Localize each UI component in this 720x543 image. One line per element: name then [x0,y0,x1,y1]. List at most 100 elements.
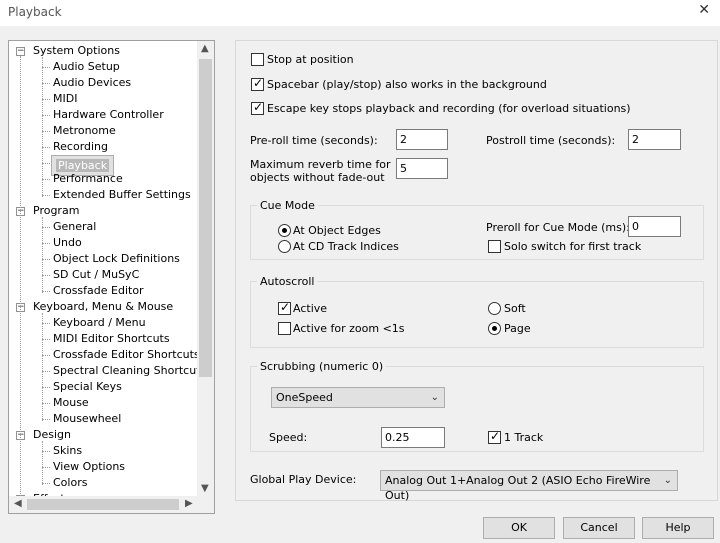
tree-item-label: Performance [53,172,123,185]
tree-item-system-options[interactable]: System Options [31,43,122,59]
tree-item-keyboard-menu-mouse[interactable]: Keyboard, Menu & Mouse [31,299,175,315]
tree-item-recording[interactable]: Recording [51,139,110,155]
tree-item-label: Keyboard / Menu [53,316,146,329]
tree-item-mouse[interactable]: Mouse [51,395,91,411]
at-object-edges-radio[interactable] [278,224,291,237]
tree-item-undo[interactable]: Undo [51,235,84,251]
tree-connector [42,291,50,292]
tree-item-program[interactable]: Program [31,203,81,219]
tree-connector [42,83,50,84]
tree-item-label: Audio Devices [53,76,132,89]
tree-connector [42,115,50,116]
tree-item-label: Audio Setup [53,60,120,73]
tree-item-general[interactable]: General [51,219,98,235]
tree-item-audio-devices[interactable]: Audio Devices [51,75,133,91]
tree-connector [42,195,50,196]
escape-stops-checkbox[interactable] [251,100,264,115]
reverb-label-line1: Maximum reverb time for [250,158,391,171]
chevron-down-icon: ⌄ [430,392,439,403]
autoscroll-soft-label: Soft [504,302,526,315]
reverb-input[interactable]: 5 [396,158,448,179]
settings-tree: − System Options Audio Setup Audio Devices M… [8,40,215,514]
tree-expander-icon[interactable]: − [16,47,25,56]
tree-item-label: Metronome [53,124,116,137]
tree-horizontal-scrollbar[interactable]: ◀ ▶ [9,496,214,513]
tree-connector [42,163,50,164]
tree-item-label: Recording [53,140,109,153]
tree-connector [42,179,50,180]
tree-item-label: View Options [53,460,126,473]
close-icon[interactable]: ✕ [698,2,710,18]
solo-switch-label: Solo switch for first track [504,240,642,253]
stop-at-position-checkbox[interactable] [251,53,264,66]
tree-item-object-lock-definitions[interactable]: Object Lock Definitions [51,251,182,267]
scroll-up-icon[interactable]: ▲ [201,43,209,54]
help-button[interactable]: Help [642,517,714,539]
tree-item-hardware-controller[interactable]: Hardware Controller [51,107,166,123]
tree-connector [42,243,50,244]
one-track-label: 1 Track [504,431,544,444]
tree-connector [42,67,50,68]
preroll-input[interactable]: 2 [396,129,448,150]
autoscroll-zoom-checkbox[interactable] [278,322,291,335]
postroll-input[interactable]: 2 [628,129,681,150]
scroll-down-icon[interactable]: ▼ [201,483,209,494]
tree-item-label: Hardware Controller [53,108,164,121]
tree-item-crossfade-editor-shortcuts[interactable]: Crossfade Editor Shortcuts [51,347,197,363]
cue-mode-title: Cue Mode [257,199,318,212]
autoscroll-soft-radio[interactable] [488,302,501,315]
at-object-edges-label: At Object Edges [293,224,381,237]
tree-guide-line [42,217,43,293]
tree-connector [42,419,50,420]
tree-item-crossfade-editor[interactable]: Crossfade Editor [51,283,146,299]
scroll-left-icon[interactable]: ◀ [14,498,22,509]
cue-preroll-input[interactable]: 0 [628,216,681,237]
tree-item-label: Design [33,428,71,441]
tree-item-design[interactable]: Design [31,427,73,443]
spacebar-background-checkbox[interactable] [251,76,264,91]
tree-connector [42,99,50,100]
speed-input[interactable]: 0.25 [381,427,445,448]
ok-button[interactable]: OK [483,517,555,539]
tree-guide-line [42,441,43,485]
autoscroll-active-checkbox[interactable] [278,300,291,315]
tree-item-midi-editor-shortcuts[interactable]: MIDI Editor Shortcuts [51,331,172,347]
title-bar: Playback ✕ [0,0,720,26]
at-cd-track-indices-label: At CD Track Indices [293,240,399,253]
tree-item-midi[interactable]: MIDI [51,91,79,107]
at-cd-track-indices-radio[interactable] [278,240,291,253]
tree-vertical-scrollbar[interactable]: ▲ ▼ [197,41,214,499]
scrubbing-group [250,366,704,452]
cancel-button[interactable]: Cancel [563,517,635,539]
playback-panel: Stop at position Spacebar (play/stop) al… [235,40,718,502]
tree-horizontal-scroll-thumb[interactable] [27,499,179,510]
play-device-label: Global Play Device: [250,473,357,486]
autoscroll-page-radio[interactable] [488,322,501,335]
tree-item-metronome[interactable]: Metronome [51,123,118,139]
tree-connector [42,387,50,388]
postroll-label: Postroll time (seconds): [486,134,616,147]
tree-item-view-options[interactable]: View Options [51,459,127,475]
tree-item-extended-buffer-settings[interactable]: Extended Buffer Settings [51,187,193,203]
tree-item-special-keys[interactable]: Special Keys [51,379,124,395]
scrubbing-mode-select[interactable]: OneSpeed ⌄ [271,387,445,408]
tree-connector [42,371,50,372]
tree-item-label: MIDI [53,92,78,105]
stop-at-position-label: Stop at position [267,53,354,66]
scroll-right-icon[interactable]: ▶ [185,498,193,509]
tree-item-colors[interactable]: Colors [51,475,89,491]
solo-switch-checkbox[interactable] [488,240,501,253]
tree-item-spectral-cleaning-shortcuts[interactable]: Spectral Cleaning Shortcuts [51,363,197,379]
tree-vertical-scroll-thumb[interactable] [199,59,212,377]
tree-item-performance[interactable]: Performance [51,171,125,187]
play-device-select[interactable]: Analog Out 1+Analog Out 2 (ASIO Echo Fir… [380,470,678,502]
tree-list: − System Options Audio Setup Audio Devices M… [9,41,197,499]
tree-item-skins[interactable]: Skins [51,443,84,459]
tree-item-audio-setup[interactable]: Audio Setup [51,59,122,75]
tree-item-mousewheel[interactable]: Mousewheel [51,411,123,427]
tree-item-label: MIDI Editor Shortcuts [53,332,170,345]
tree-item-label: Keyboard, Menu & Mouse [33,300,174,313]
tree-item-sd-cut-musyc[interactable]: SD Cut / MuSyC [51,267,141,283]
one-track-checkbox[interactable] [488,429,501,444]
tree-item-keyboard-menu[interactable]: Keyboard / Menu [51,315,148,331]
